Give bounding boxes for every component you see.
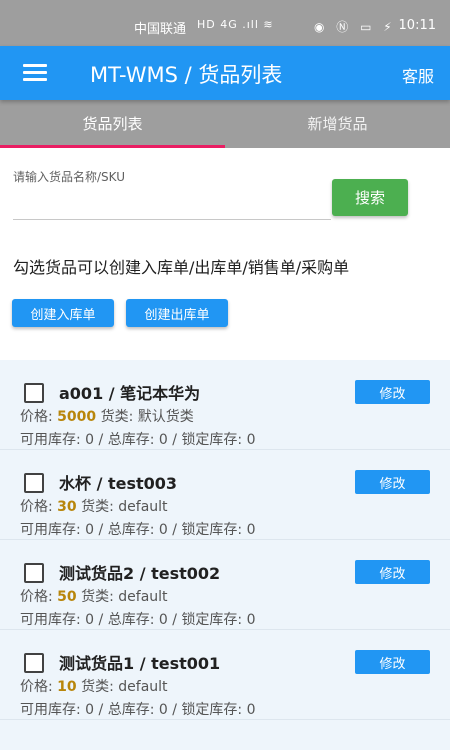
price-label: 价格: [20, 499, 53, 515]
item-price: 5000 [57, 409, 97, 425]
category-label: 货类: [81, 679, 114, 695]
separator: / [172, 522, 177, 538]
menu-icon[interactable] [23, 64, 47, 82]
available-stock-label: 可用库存: [20, 612, 81, 628]
item-category: 默认货类 [137, 409, 194, 425]
tab-add-goods[interactable]: 新增货品 [225, 100, 450, 148]
available-stock-label: 可用库存: [20, 522, 81, 538]
separator: / [172, 432, 177, 448]
item-stock: 可用库存: 0 / 总库存: 0 / 锁定库存: 0 [20, 519, 256, 539]
goods-list: a001 / 笔记本华为 价格: 5000 货类: 默认货类 可用库存: 0 /… [0, 360, 450, 750]
item-checkbox[interactable] [24, 653, 44, 673]
locked-stock-value: 0 [246, 522, 256, 538]
locked-stock-label: 锁定库存: [181, 612, 243, 628]
item-meta: 价格: 30 货类: default [20, 496, 168, 516]
search-label: 请输入货品名称/SKU [13, 170, 125, 184]
category-label: 货类: [81, 499, 114, 515]
item-checkbox[interactable] [24, 383, 44, 403]
price-label: 价格: [20, 589, 53, 605]
item-checkbox[interactable] [24, 563, 44, 583]
item-name: 水杯 / test003 [59, 474, 178, 493]
locked-stock-label: 锁定库存: [181, 432, 243, 448]
available-stock-value: 0 [85, 702, 95, 718]
locked-stock-label: 锁定库存: [181, 702, 243, 718]
locked-stock-value: 0 [246, 432, 256, 448]
total-stock-label: 总库存: [107, 522, 155, 538]
price-label: 价格: [20, 409, 53, 425]
item-meta: 价格: 10 货类: default [20, 676, 168, 696]
total-stock-label: 总库存: [107, 612, 155, 628]
separator: / [98, 522, 104, 538]
category-label: 货类: [100, 409, 134, 425]
locked-stock-value: 0 [246, 702, 256, 718]
locked-stock-value: 0 [246, 612, 256, 628]
total-stock-value: 0 [158, 432, 168, 448]
available-stock-value: 0 [85, 612, 95, 628]
item-name: a001 / 笔记本华为 [59, 384, 201, 403]
item-stock: 可用库存: 0 / 总库存: 0 / 锁定库存: 0 [20, 429, 256, 449]
item-price: 50 [57, 589, 77, 605]
available-stock-label: 可用库存: [20, 432, 81, 448]
search-section: 请输入货品名称/SKU 搜索 勾选货品可以创建入库单/出库单/销售单/采购单 创… [0, 148, 450, 360]
separator: / [172, 702, 177, 718]
edit-button[interactable]: 修改 [355, 470, 430, 494]
item-category: default [118, 499, 168, 515]
separator: / [172, 612, 177, 628]
create-inbound-button[interactable]: 创建入库单 [12, 299, 114, 327]
create-outbound-button[interactable]: 创建出库单 [126, 299, 228, 327]
list-item: 水杯 / test003 价格: 30 货类: default 可用库存: 0 … [0, 450, 450, 540]
status-bar: 中国联通 HD 4G .ıll ≋ ◉ Ⓝ ▭ ⚡ 10:11 [0, 0, 450, 46]
item-price: 30 [57, 499, 77, 515]
separator: / [98, 432, 104, 448]
item-meta: 价格: 5000 货类: 默认货类 [20, 406, 194, 426]
item-category: default [118, 679, 168, 695]
separator: / [98, 702, 104, 718]
total-stock-value: 0 [158, 612, 168, 628]
list-item: a001 / 笔记本华为 价格: 5000 货类: 默认货类 可用库存: 0 /… [0, 360, 450, 450]
item-category: default [118, 589, 168, 605]
item-name: 测试货品1 / test001 [59, 654, 221, 673]
available-stock-value: 0 [85, 432, 95, 448]
edit-button[interactable]: 修改 [355, 380, 430, 404]
hint-text: 勾选货品可以创建入库单/出库单/销售单/采购单 [13, 258, 350, 277]
search-input[interactable] [13, 190, 331, 220]
item-meta: 价格: 50 货类: default [20, 586, 168, 606]
item-price: 10 [57, 679, 77, 695]
price-label: 价格: [20, 679, 53, 695]
total-stock-value: 0 [158, 522, 168, 538]
search-button[interactable]: 搜索 [332, 179, 408, 216]
clock: 10:11 [398, 18, 436, 33]
total-stock-value: 0 [158, 702, 168, 718]
available-stock-value: 0 [85, 522, 95, 538]
locked-stock-label: 锁定库存: [181, 522, 243, 538]
total-stock-label: 总库存: [107, 702, 155, 718]
total-stock-label: 总库存: [107, 432, 155, 448]
carrier-name: 中国联通 [134, 22, 187, 37]
available-stock-label: 可用库存: [20, 702, 81, 718]
item-stock: 可用库存: 0 / 总库存: 0 / 锁定库存: 0 [20, 609, 256, 629]
item-stock: 可用库存: 0 / 总库存: 0 / 锁定库存: 0 [20, 699, 256, 719]
item-name: 测试货品2 / test002 [59, 564, 221, 583]
app-bar: MT-WMS / 货品列表 客服 [0, 46, 450, 100]
tab-goods-list[interactable]: 货品列表 [0, 100, 225, 148]
tab-bar: 货品列表 新增货品 [0, 100, 450, 148]
category-label: 货类: [81, 589, 114, 605]
separator: / [98, 612, 104, 628]
signal-icon: HD 4G .ıll ≋ [197, 18, 274, 31]
edit-button[interactable]: 修改 [355, 560, 430, 584]
item-checkbox[interactable] [24, 473, 44, 493]
edit-button[interactable]: 修改 [355, 650, 430, 674]
status-icons: ◉ Ⓝ ▭ ⚡ [314, 20, 396, 34]
customer-service-button[interactable]: 客服 [402, 63, 434, 87]
list-item: 测试货品1 / test001 价格: 10 货类: default 可用库存:… [0, 630, 450, 720]
list-item: 测试货品2 / test002 价格: 50 货类: default 可用库存:… [0, 540, 450, 630]
page-title: MT-WMS / 货品列表 [90, 63, 283, 87]
